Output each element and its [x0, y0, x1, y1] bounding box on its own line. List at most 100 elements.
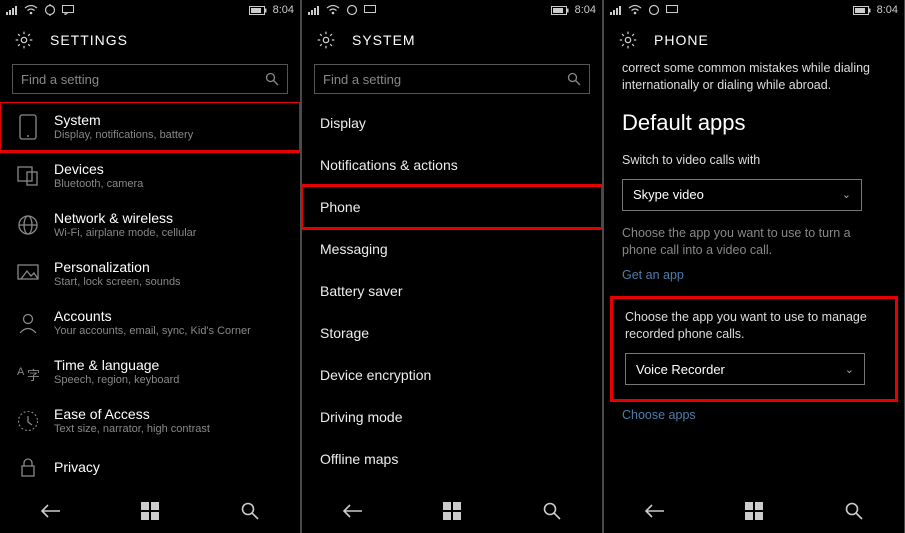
dropdown-value: Voice Recorder: [636, 362, 725, 377]
page-title: SETTINGS: [50, 32, 128, 48]
item-label: Privacy: [54, 459, 100, 475]
item-label: Time & language: [54, 357, 179, 373]
search-icon: [567, 72, 581, 86]
get-an-app-link[interactable]: Get an app: [604, 264, 904, 294]
settings-item-system[interactable]: System Display, notifications, battery: [0, 102, 300, 151]
system-list: Display Notifications & actions Phone Me…: [302, 102, 602, 489]
gear-icon: [314, 28, 338, 52]
signal-icon: [308, 5, 320, 15]
settings-item-time-language[interactable]: A字 Time & language Speech, region, keybo…: [0, 347, 300, 396]
settings-item-network[interactable]: Network & wireless Wi-Fi, airplane mode,…: [0, 200, 300, 249]
item-label: System: [54, 112, 193, 128]
system-item-driving-mode[interactable]: Driving mode: [302, 396, 602, 438]
header: PHONE: [604, 20, 904, 60]
search-input[interactable]: Find a setting: [12, 64, 288, 94]
search-button[interactable]: [537, 496, 567, 526]
gear-icon: [12, 28, 36, 52]
item-sub: Text size, narrator, high contrast: [54, 423, 210, 435]
globe-icon: [16, 213, 40, 237]
chevron-down-icon: ⌄: [845, 363, 854, 376]
settings-item-accounts[interactable]: Accounts Your accounts, email, sync, Kid…: [0, 298, 300, 347]
signal-icon: [6, 5, 18, 15]
system-item-device-encryption[interactable]: Device encryption: [302, 354, 602, 396]
search-placeholder: Find a setting: [21, 72, 99, 87]
item-sub: Your accounts, email, sync, Kid's Corner: [54, 325, 251, 337]
item-sub: Start, lock screen, sounds: [54, 276, 181, 288]
svg-text:A: A: [17, 366, 25, 378]
status-bar: 8:04: [604, 0, 904, 20]
dropdown-value: Skype video: [633, 187, 704, 202]
system-item-messaging[interactable]: Messaging: [302, 228, 602, 270]
item-label: Personalization: [54, 259, 181, 275]
phone-content: correct some common mistakes while diali…: [604, 60, 904, 489]
video-call-dropdown[interactable]: Skype video ⌄: [622, 179, 862, 211]
system-item-display[interactable]: Display: [302, 102, 602, 144]
search-icon: [265, 72, 279, 86]
status-bar: 8:04: [302, 0, 602, 20]
settings-list: System Display, notifications, battery D…: [0, 102, 300, 489]
phone-settings-screen: 8:04 PHONE correct some common mistakes …: [604, 0, 904, 533]
devices-icon: [16, 164, 40, 188]
clock-text: 8:04: [877, 4, 898, 16]
sync-icon: [648, 4, 660, 16]
section-default-apps: Default apps: [604, 102, 904, 146]
status-bar: 8:04: [0, 0, 300, 20]
page-title: SYSTEM: [352, 32, 416, 48]
clock-text: 8:04: [575, 4, 596, 16]
ease-of-access-icon: [16, 409, 40, 433]
accounts-icon: [16, 311, 40, 335]
nav-bar: [0, 489, 300, 533]
system-item-battery-saver[interactable]: Battery saver: [302, 270, 602, 312]
header: SYSTEM: [302, 20, 602, 60]
search-button[interactable]: [235, 496, 265, 526]
recording-app-dropdown[interactable]: Voice Recorder ⌄: [625, 353, 865, 385]
message-icon: [666, 5, 678, 15]
item-label: Network & wireless: [54, 210, 196, 226]
search-button[interactable]: [839, 496, 869, 526]
battery-icon: [853, 6, 871, 15]
intro-text: correct some common mistakes while diali…: [604, 60, 904, 102]
settings-item-personalization[interactable]: Personalization Start, lock screen, soun…: [0, 249, 300, 298]
system-screen: 8:04 SYSTEM Find a setting Display Notif…: [302, 0, 602, 533]
start-button[interactable]: [437, 496, 467, 526]
page-title: PHONE: [654, 32, 709, 48]
start-button[interactable]: [135, 496, 165, 526]
choose-apps-link[interactable]: Choose apps: [604, 404, 904, 434]
clock-text: 8:04: [273, 4, 294, 16]
settings-item-privacy[interactable]: Privacy: [0, 445, 300, 481]
video-call-label: Switch to video calls with: [604, 146, 904, 175]
item-label: Devices: [54, 161, 143, 177]
settings-item-ease-of-access[interactable]: Ease of Access Text size, narrator, high…: [0, 396, 300, 445]
item-label: Ease of Access: [54, 406, 210, 422]
system-item-notifications[interactable]: Notifications & actions: [302, 144, 602, 186]
message-icon: [62, 5, 74, 15]
back-button[interactable]: [35, 496, 65, 526]
start-button[interactable]: [739, 496, 769, 526]
wifi-icon: [628, 5, 642, 15]
system-icon: [16, 115, 40, 139]
record-help: Choose the app you want to use to manage…: [613, 303, 895, 349]
sync-icon: [44, 4, 56, 16]
chevron-down-icon: ⌄: [842, 188, 851, 201]
nav-bar: [302, 489, 602, 533]
system-item-phone[interactable]: Phone: [302, 186, 602, 228]
nav-bar: [604, 489, 904, 533]
settings-screen: 8:04 SETTINGS Find a setting System Disp…: [0, 0, 300, 533]
system-item-about[interactable]: About: [302, 480, 602, 489]
item-sub: Display, notifications, battery: [54, 129, 193, 141]
system-item-storage[interactable]: Storage: [302, 312, 602, 354]
message-icon: [364, 5, 376, 15]
item-sub: Wi-Fi, airplane mode, cellular: [54, 227, 196, 239]
gear-icon: [616, 28, 640, 52]
personalization-icon: [16, 262, 40, 286]
signal-icon: [610, 5, 622, 15]
header: SETTINGS: [0, 20, 300, 60]
battery-icon: [551, 6, 569, 15]
svg-text:字: 字: [27, 368, 39, 382]
back-button[interactable]: [639, 496, 669, 526]
search-input[interactable]: Find a setting: [314, 64, 590, 94]
back-button[interactable]: [337, 496, 367, 526]
time-language-icon: A字: [16, 360, 40, 384]
system-item-offline-maps[interactable]: Offline maps: [302, 438, 602, 480]
settings-item-devices[interactable]: Devices Bluetooth, camera: [0, 151, 300, 200]
